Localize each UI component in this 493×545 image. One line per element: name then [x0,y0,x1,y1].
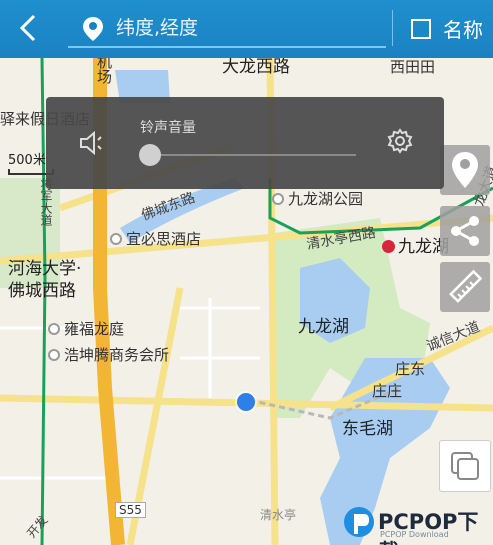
coordinate-input[interactable] [116,10,376,46]
watermark-text: PCPOP下载 [378,510,479,545]
pcpop-watermark: PCPOP下载 PCPOP Download [342,498,493,545]
map-label-text: 九龙湖公园 [288,190,364,208]
current-location-marker[interactable] [237,393,255,411]
measure-button[interactable] [440,262,490,312]
map-label: 庄东 [395,360,426,378]
map-label-text: 浩坤腾商务会所 [64,346,170,364]
map-label: 西田田 [390,58,436,76]
poi-icon [48,323,60,335]
share-icon [451,216,479,246]
map-label: 大龙西路 [222,58,290,77]
map-layers-button[interactable] [439,440,491,492]
poi-icon [272,193,284,205]
speaker-muted-icon [80,131,102,155]
ringtone-volume-panel: 铃声音量 [46,97,444,189]
settings-gear-icon[interactable] [387,128,413,154]
map-label-text: 宜必思酒店 [126,230,202,248]
name-label: 名称 [443,18,483,42]
map-label: 东毛湖 [342,419,393,439]
locate-button[interactable] [440,145,490,195]
map-label: 九龙湖 [298,317,349,337]
volume-slider-track[interactable] [150,154,356,156]
highway-shield: S55 [115,502,146,518]
coordinate-search [68,8,386,48]
watermark-subtext: PCPOP Download [380,530,449,539]
poi-icon [110,233,122,245]
map-label: 机场 [95,58,113,84]
map-label: 浩坤腾商务会所 [48,344,169,365]
map-label: 清水亭 [260,508,297,522]
ruler-icon [449,270,482,303]
top-bar: 名称 [0,0,493,58]
share-button[interactable] [440,206,490,256]
back-button[interactable] [10,8,46,48]
location-pin-icon [83,17,103,41]
layers-icon [451,452,479,480]
volume-title: 铃声音量 [140,120,196,136]
location-pin-icon [452,152,478,188]
map-label-text: 雍福龙庭 [64,320,125,338]
metro-station-icon [382,240,395,253]
map-label: 庄庄 [372,382,403,400]
map-label: 佛城西路 [8,281,76,301]
name-checkbox[interactable] [411,19,431,39]
poi-icon [48,349,60,361]
back-arrow-icon [19,14,36,42]
volume-slider-thumb[interactable] [139,144,161,166]
header-divider [392,10,393,46]
map-label: 九龙湖公园 [272,188,363,209]
map-label: 雍福龙庭 [48,318,124,339]
map-label: 九龙湖 [382,232,449,257]
map-label: 宜必思酒店 [110,228,201,249]
pcpop-logo-icon [344,507,374,537]
